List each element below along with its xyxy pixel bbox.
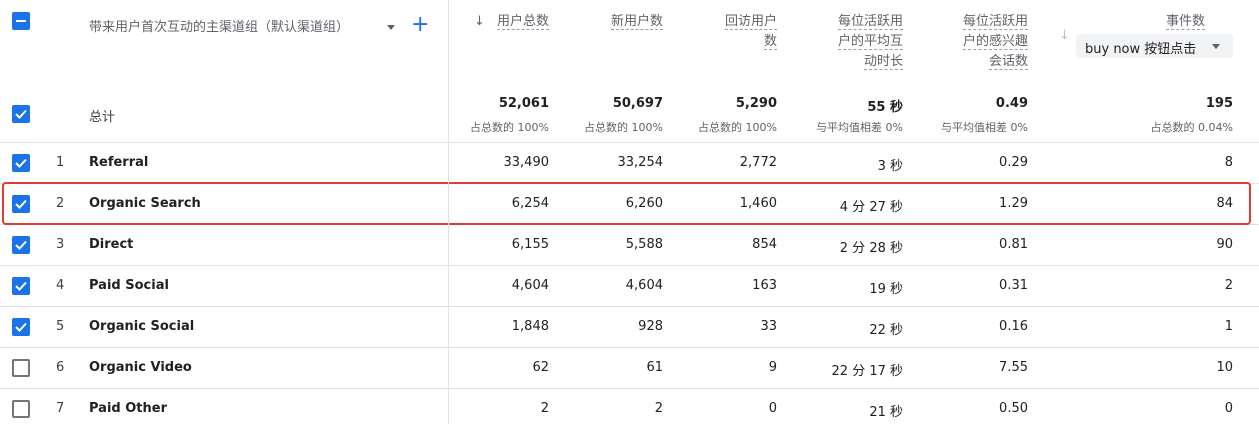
row-channel-name[interactable]: Paid Social	[89, 278, 169, 293]
checkmark-icon	[15, 158, 27, 168]
total-sub: 占总数的 100%	[698, 121, 777, 134]
row-cell: 2	[1224, 278, 1233, 293]
chevron-down-icon	[1212, 44, 1220, 49]
total-sub: 占总数的 0.04%	[1150, 121, 1233, 134]
row-cell: 1,848	[511, 319, 549, 334]
row-cell: 0.50	[999, 401, 1028, 416]
total-value: 52,061	[498, 96, 549, 111]
table-row[interactable]: 5 Organic Social 1,848 928 33 22 秒 0.16 1	[0, 307, 1259, 348]
row-checkbox[interactable]	[12, 277, 30, 295]
checkmark-icon	[15, 109, 27, 119]
row-cell: 4,604	[511, 278, 549, 293]
totals-label: 总计	[89, 110, 116, 125]
dimension-dropdown-icon[interactable]	[387, 25, 395, 30]
sort-inactive-icon[interactable]: ↓	[1059, 28, 1070, 43]
row-cell: 9	[768, 360, 777, 375]
table-row[interactable]: 7 Paid Other 2 2 0 21 秒 0.50 0	[0, 389, 1259, 424]
total-sub: 占总数的 100%	[584, 121, 663, 134]
dimension-header[interactable]: 带来用户首次互动的主渠道组（默认渠道组）	[89, 16, 349, 35]
row-checkbox[interactable]	[12, 154, 30, 172]
indeterminate-icon	[16, 20, 26, 22]
row-index: 3	[56, 237, 65, 252]
row-cell: 61	[646, 360, 663, 375]
add-dimension-icon[interactable]: +	[411, 12, 429, 38]
row-cell: 5,588	[625, 237, 663, 252]
checkmark-icon	[15, 322, 27, 332]
row-cell: 10	[1216, 360, 1233, 375]
sort-desc-icon[interactable]: ↓	[474, 14, 485, 29]
row-cell: 33,490	[503, 155, 550, 170]
event-name-dropdown[interactable]: buy now 按钮点击	[1076, 34, 1233, 58]
table-row[interactable]: 3 Direct 6,155 5,588 854 2 分 28 秒 0.81 90	[0, 225, 1259, 266]
row-cell: 0	[768, 401, 777, 416]
row-checkbox[interactable]	[12, 400, 30, 418]
header-row: 带来用户首次互动的主渠道组（默认渠道组） + ↓ 用户总数 新用户数 回访用户 …	[0, 0, 1259, 84]
col-header-event-count[interactable]: 事件数	[1120, 12, 1205, 32]
row-cell: 33,254	[617, 155, 664, 170]
row-index: 6	[56, 360, 65, 375]
row-cell: 22 秒	[869, 323, 903, 338]
row-cell: 928	[638, 319, 663, 334]
checkmark-icon	[15, 240, 27, 250]
col-header-engaged-sessions[interactable]: 每位活跃用 户的感兴趣 会话数	[938, 12, 1028, 72]
row-cell: 33	[760, 319, 777, 334]
row-cell: 2	[540, 401, 549, 416]
total-sub: 与平均值相差 0%	[816, 121, 903, 134]
row-cell: 2,772	[739, 155, 777, 170]
row-checkbox[interactable]	[12, 359, 30, 377]
total-value: 5,290	[735, 96, 777, 111]
total-sub: 占总数的 100%	[470, 121, 549, 134]
total-sub: 与平均值相差 0%	[941, 121, 1028, 134]
row-checkbox[interactable]	[12, 236, 30, 254]
row-cell: 0.29	[999, 155, 1028, 170]
total-value: 55 秒	[867, 100, 903, 115]
col-header-new-users[interactable]: 新用户数	[583, 12, 663, 32]
row-channel-name[interactable]: Organic Social	[89, 319, 194, 334]
row-cell: 163	[752, 278, 777, 293]
row-cell: 19 秒	[869, 282, 903, 297]
row-cell: 0.16	[999, 319, 1028, 334]
total-value: 50,697	[612, 96, 663, 111]
col-header-returning-users[interactable]: 回访用户 数	[697, 12, 777, 52]
row-cell: 3 秒	[877, 159, 903, 174]
row-index: 1	[56, 155, 65, 170]
row-cell: 0.81	[999, 237, 1028, 252]
row-checkbox[interactable]	[12, 318, 30, 336]
row-channel-name[interactable]: Organic Video	[89, 360, 192, 375]
row-index: 7	[56, 401, 65, 416]
column-divider	[448, 0, 449, 424]
row-cell: 0	[1224, 401, 1233, 416]
row-cell: 2	[654, 401, 663, 416]
select-all-checkbox[interactable]	[12, 12, 30, 30]
row-cell: 4,604	[625, 278, 663, 293]
total-value: 195	[1205, 96, 1233, 111]
checkmark-icon	[15, 281, 27, 291]
col-header-total-users[interactable]: 用户总数	[489, 12, 549, 32]
table-row[interactable]: 6 Organic Video 62 61 9 22 分 17 秒 7.55 10	[0, 348, 1259, 389]
row-cell: 8	[1224, 155, 1233, 170]
row-cell: 62	[532, 360, 549, 375]
col-header-avg-engagement-time[interactable]: 每位活跃用 户的平均互 动时长	[813, 12, 903, 72]
totals-checkbox[interactable]	[12, 105, 30, 123]
row-cell: 0.31	[999, 278, 1028, 293]
row-cell: 7.55	[999, 360, 1028, 375]
row-cell: 6,155	[511, 237, 549, 252]
row-index: 4	[56, 278, 65, 293]
table-row[interactable]: 4 Paid Social 4,604 4,604 163 19 秒 0.31 2	[0, 266, 1259, 307]
row-index: 5	[56, 319, 65, 334]
highlight-box	[2, 182, 1251, 225]
row-channel-name[interactable]: Direct	[89, 237, 133, 252]
row-cell: 1	[1224, 319, 1233, 334]
totals-row: 总计 52,061 占总数的 100% 50,697 占总数的 100% 5,2…	[0, 84, 1259, 143]
table-row[interactable]: 1 Referral 33,490 33,254 2,772 3 秒 0.29 8	[0, 143, 1259, 184]
data-table: 带来用户首次互动的主渠道组（默认渠道组） + ↓ 用户总数 新用户数 回访用户 …	[0, 0, 1259, 424]
row-channel-name[interactable]: Paid Other	[89, 401, 167, 416]
row-cell: 90	[1216, 237, 1233, 252]
total-value: 0.49	[995, 96, 1028, 111]
row-channel-name[interactable]: Referral	[89, 155, 148, 170]
row-cell: 854	[752, 237, 777, 252]
row-cell: 22 分 17 秒	[831, 364, 903, 379]
row-cell: 2 分 28 秒	[839, 241, 903, 256]
row-cell: 21 秒	[869, 405, 903, 420]
